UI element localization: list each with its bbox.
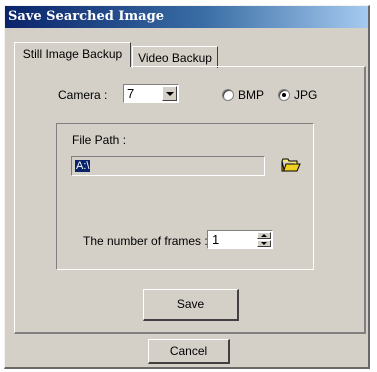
decrement-icon[interactable] <box>257 240 271 247</box>
tab-still-image-backup[interactable]: Still Image Backup <box>14 42 131 67</box>
window-title: Save Searched Image <box>8 9 164 24</box>
file-path-label: File Path : <box>72 133 127 147</box>
folder-icon[interactable] <box>281 157 301 173</box>
frames-label: The number of frames : <box>83 234 208 248</box>
title-bar[interactable]: Save Searched Image <box>5 6 368 28</box>
chevron-down-icon[interactable] <box>162 86 177 101</box>
jpg-radio[interactable] <box>278 89 290 101</box>
frames-stepper[interactable]: 1 <box>207 230 273 249</box>
file-path-field[interactable]: A:\ <box>71 156 265 176</box>
increment-icon[interactable] <box>257 232 271 239</box>
bmp-radio[interactable] <box>222 89 234 101</box>
tab-video-backup-label: Video Backup <box>138 51 212 65</box>
still-image-backup-panel: Camera : 7 BMP JPG File Path : A:\ The n… <box>14 66 366 334</box>
frames-stepper-buttons <box>257 232 271 247</box>
cancel-button[interactable]: Cancel <box>148 339 230 364</box>
file-settings-group: File Path : A:\ The number of frames : 1 <box>56 123 314 270</box>
frames-stepper-value: 1 <box>212 232 220 247</box>
save-button[interactable]: Save <box>143 289 239 321</box>
tab-video-backup[interactable]: Video Backup <box>132 46 218 68</box>
camera-label: Camera : <box>58 88 108 102</box>
bmp-radio-label: BMP <box>238 88 265 102</box>
tab-still-image-backup-label: Still Image Backup <box>22 47 123 61</box>
file-path-value: A:\ <box>75 160 91 172</box>
camera-select-value: 7 <box>127 86 135 101</box>
camera-select[interactable]: 7 <box>123 84 179 103</box>
save-searched-image-dialog: Save Searched Image Still Image Backup V… <box>4 5 370 369</box>
jpg-radio-label: JPG <box>294 88 318 102</box>
